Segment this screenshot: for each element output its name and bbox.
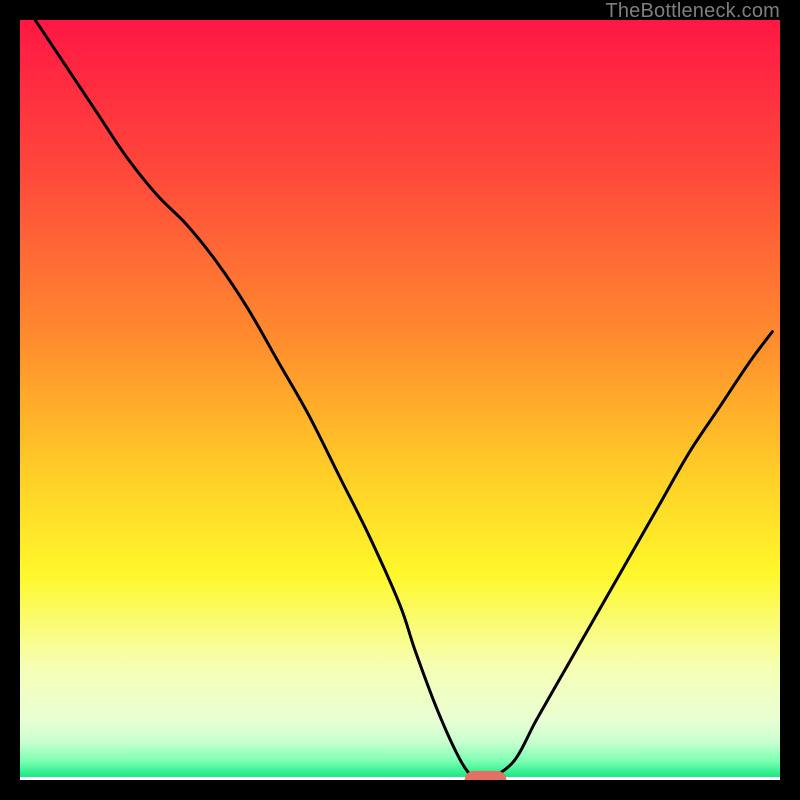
sweet-spot-marker: [465, 771, 507, 780]
chart-container: TheBottleneck.com: [0, 0, 800, 800]
baseline: [20, 777, 780, 780]
bottleneck-chart: [20, 20, 780, 780]
gradient-fill: [20, 20, 780, 780]
watermark-text: TheBottleneck.com: [605, 0, 780, 23]
